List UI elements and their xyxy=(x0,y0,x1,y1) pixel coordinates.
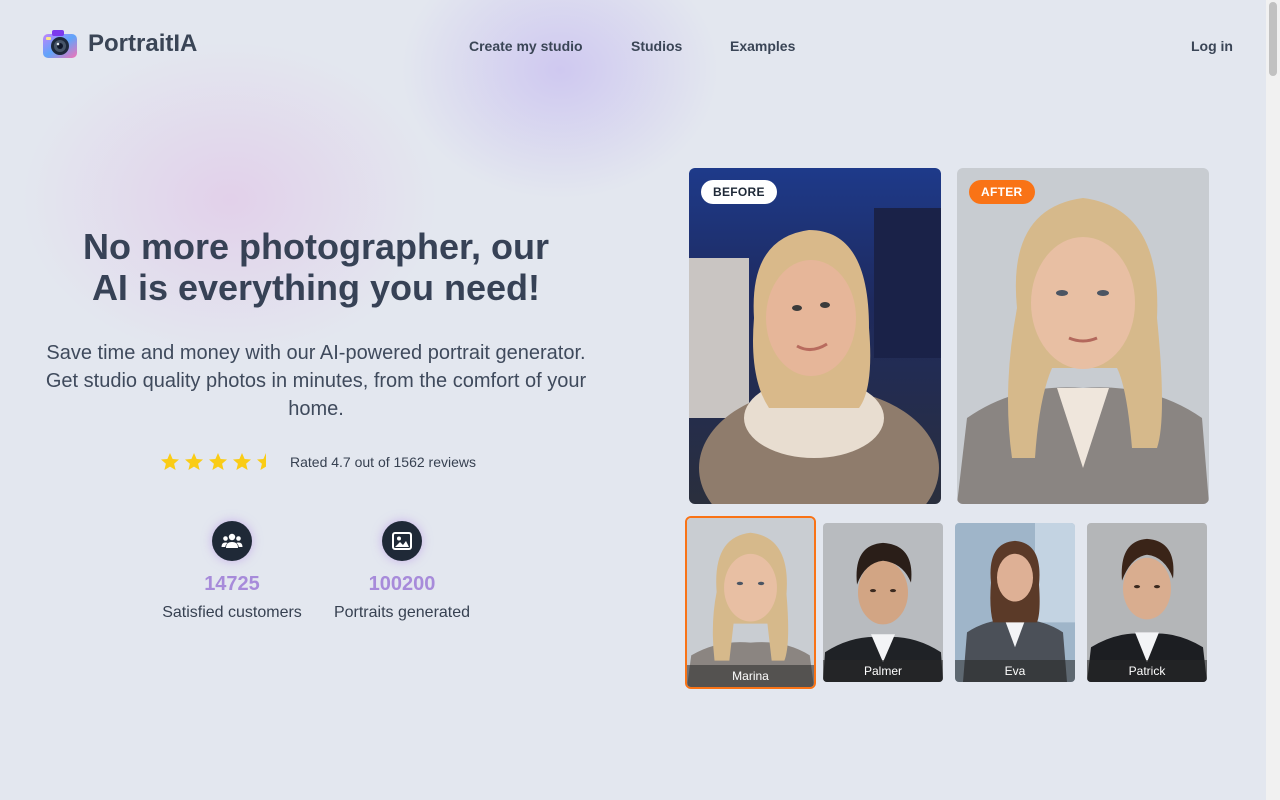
stat-portraits: 100200 Portraits generated xyxy=(322,521,482,622)
star-icon xyxy=(185,453,203,470)
scrollbar-thumb[interactable] xyxy=(1269,2,1277,76)
header: PortraitIA Create my studio Studios Exam… xyxy=(0,0,1266,92)
hero-title: No more photographer, our AI is everythi… xyxy=(46,226,586,308)
before-photo: BEFORE xyxy=(689,168,941,504)
person-thumb-patrick[interactable]: Patrick xyxy=(1087,523,1207,682)
nav-examples[interactable]: Examples xyxy=(730,38,795,54)
hero-title-line2: AI is everything you need! xyxy=(91,267,541,308)
star-rating xyxy=(160,452,280,472)
star-icon xyxy=(233,453,251,470)
person-name: Eva xyxy=(955,660,1075,682)
camera-logo-icon xyxy=(43,30,77,58)
person-thumb-palmer[interactable]: Palmer xyxy=(823,523,943,682)
stat-customers: 14725 Satisfied customers xyxy=(152,521,312,622)
stat-label: Portraits generated xyxy=(333,604,471,621)
stat-value: 14725 xyxy=(204,573,260,595)
nav-studios[interactable]: Studios xyxy=(631,38,682,54)
stat-label: Satisfied customers xyxy=(162,604,302,621)
after-badge: AFTER xyxy=(969,180,1035,204)
before-badge: BEFORE xyxy=(701,180,777,204)
person-name: Marina xyxy=(687,665,814,687)
after-photo: AFTER xyxy=(957,168,1209,504)
rating-text: Rated 4.7 out of 1562 reviews xyxy=(290,454,477,470)
person-name: Patrick xyxy=(1087,660,1207,682)
logo-link[interactable]: PortraitIA xyxy=(42,28,197,60)
stat-value: 100200 xyxy=(368,573,436,595)
nav-create-studio[interactable]: Create my studio xyxy=(469,38,583,54)
star-icon xyxy=(257,453,266,470)
users-icon xyxy=(212,521,252,561)
star-icon xyxy=(209,453,227,470)
image-icon xyxy=(382,521,422,561)
page-scrollbar[interactable] xyxy=(1266,0,1280,800)
brand-name: PortraitIA xyxy=(88,30,198,57)
hero-title-line1: No more photographer, our xyxy=(82,226,549,267)
hero-subtitle: Save time and money with our AI-powered … xyxy=(45,342,587,420)
person-thumb-marina[interactable]: Marina xyxy=(685,516,816,689)
login-link[interactable]: Log in xyxy=(1191,38,1233,54)
star-icon xyxy=(161,453,179,470)
rating: Rated 4.7 out of 1562 reviews xyxy=(160,452,476,472)
person-name: Palmer xyxy=(823,660,943,682)
person-thumb-eva[interactable]: Eva xyxy=(955,523,1075,682)
